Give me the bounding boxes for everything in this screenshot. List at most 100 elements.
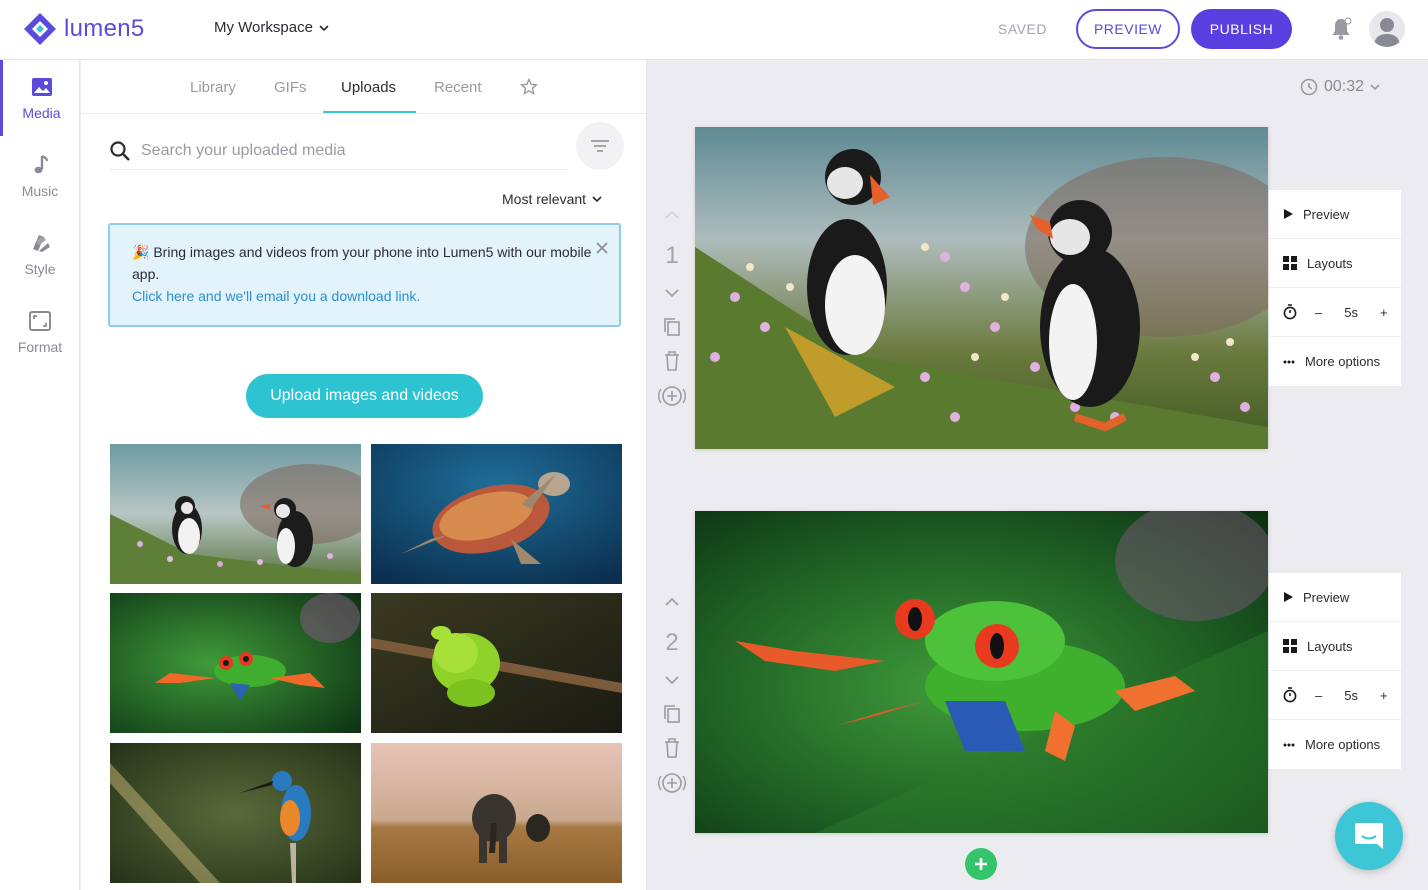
scene-more-options-button[interactable]: More options [1269,337,1401,386]
chevron-down-icon [592,196,602,203]
move-up-chevron-icon[interactable] [664,210,680,220]
tab-gifs[interactable]: GIFs [274,79,307,96]
preview-button[interactable]: PREVIEW [1076,9,1180,49]
scene-preview-button[interactable]: Preview [1269,190,1401,239]
scene-1-controls: 1 [650,210,694,408]
more-dots-icon [1283,743,1295,746]
filter-icon [591,140,609,152]
insert-scene-icon[interactable] [657,384,687,408]
puffins-image [695,127,1268,449]
preview-label: Preview [1303,589,1350,605]
scene-number: 1 [665,242,679,269]
nav-item-media[interactable]: Media [0,60,80,136]
add-scene-button[interactable] [965,848,997,880]
sort-dropdown[interactable]: Most relevant [502,191,602,207]
stopwatch-icon [1283,687,1297,703]
more-options-label: More options [1305,354,1381,369]
more-dots-icon [1283,360,1295,363]
media-thumbnail-kingfisher[interactable] [110,743,361,883]
tab-recent[interactable]: Recent [434,79,482,96]
scene-duration-control: – 5s + [1269,288,1401,337]
increase-duration-button[interactable]: + [1380,688,1388,703]
green-snake-image [371,593,622,733]
search-input[interactable] [141,141,561,160]
nav-item-label: Music [21,183,59,199]
chevron-down-icon [1370,84,1380,91]
duplicate-icon[interactable] [662,316,682,338]
elephants-image [371,743,622,883]
nav-item-format[interactable]: Format [0,294,80,370]
nav-item-label: Style [24,261,56,277]
app-logo[interactable]: lumen5 [22,11,145,47]
scene-1-menu: Preview Layouts – 5s + More options [1269,190,1401,386]
duplicate-icon[interactable] [662,703,682,725]
trash-icon[interactable] [663,737,681,759]
move-up-chevron-icon[interactable] [664,597,680,607]
top-bar: lumen5 My Workspace SAVED PREVIEW PUBLIS… [0,0,1428,60]
move-down-chevron-icon[interactable] [664,675,680,685]
chat-bubble-icon [1355,823,1383,849]
play-icon [1284,209,1293,219]
media-panel: Library GIFs Uploads Recent Most relevan… [81,60,647,890]
media-thumbnail-tree-frog[interactable] [110,593,361,733]
clock-icon [1300,78,1318,96]
lumen5-logo-icon [24,13,56,45]
scene-number: 2 [665,629,679,656]
media-thumbnail-green-snake[interactable] [371,593,622,733]
play-icon [1284,592,1293,602]
media-thumbnail-sea-turtle[interactable] [371,444,622,584]
tab-favorites-star-icon[interactable] [520,78,538,96]
sea-turtle-image [371,444,622,584]
scene-preview-button[interactable]: Preview [1269,573,1401,622]
scene-duration-control: – 5s + [1269,671,1401,720]
trash-icon[interactable] [663,350,681,372]
mobile-app-banner: 🎉 Bring images and videos from your phon… [108,223,621,327]
nav-item-style[interactable]: Style [0,216,80,292]
close-icon[interactable] [595,241,609,255]
duration-text: 00:32 [1324,78,1365,95]
scene-more-options-button[interactable]: More options [1269,720,1401,769]
nav-item-label: Format [17,339,63,355]
search-bar [109,132,567,170]
insert-scene-icon[interactable] [657,771,687,795]
move-down-chevron-icon[interactable] [664,288,680,298]
scene-layouts-button[interactable]: Layouts [1269,622,1401,671]
nav-item-music[interactable]: Music [0,138,80,214]
tab-library[interactable]: Library [190,79,236,96]
more-options-label: More options [1305,737,1381,752]
scene-duration: 5s [1344,304,1358,320]
scene-duration: 5s [1344,687,1358,703]
tab-uploads[interactable]: Uploads [341,79,396,96]
decrease-duration-button[interactable]: – [1315,305,1322,320]
stopwatch-icon [1283,304,1297,320]
plus-icon [975,858,987,870]
preview-label: Preview [1303,206,1350,222]
media-thumbnail-elephants[interactable] [371,743,622,883]
tree-frog-image [695,511,1268,833]
banner-text: Bring images and videos from your phone … [132,244,592,282]
notification-bell-icon[interactable] [1328,16,1354,42]
save-status: SAVED [998,21,1047,37]
publish-button[interactable]: PUBLISH [1191,9,1292,49]
media-thumbnail-puffins[interactable] [110,444,361,584]
nav-item-label: Media [22,105,61,121]
upload-button[interactable]: Upload images and videos [246,374,483,418]
filter-button[interactable] [576,122,624,170]
scene-layouts-button[interactable]: Layouts [1269,239,1401,288]
video-duration[interactable]: 00:32 [1300,78,1380,96]
download-link[interactable]: Click here and we'll email you a downloa… [132,288,420,304]
image-icon [31,78,52,96]
increase-duration-button[interactable]: + [1380,305,1388,320]
sort-label: Most relevant [502,191,587,207]
user-avatar[interactable] [1369,11,1405,47]
scene-2-canvas[interactable] [695,511,1268,833]
scene-2-controls: 2 [650,597,694,795]
layouts-grid-icon [1283,256,1297,270]
workspace-dropdown[interactable]: My Workspace [214,19,329,36]
decrease-duration-button[interactable]: – [1315,688,1322,703]
user-silhouette-icon [1374,18,1400,47]
search-icon [110,140,130,161]
puffins-image [110,444,361,584]
chat-support-button[interactable] [1335,802,1403,870]
scene-1-canvas[interactable] [695,127,1268,449]
